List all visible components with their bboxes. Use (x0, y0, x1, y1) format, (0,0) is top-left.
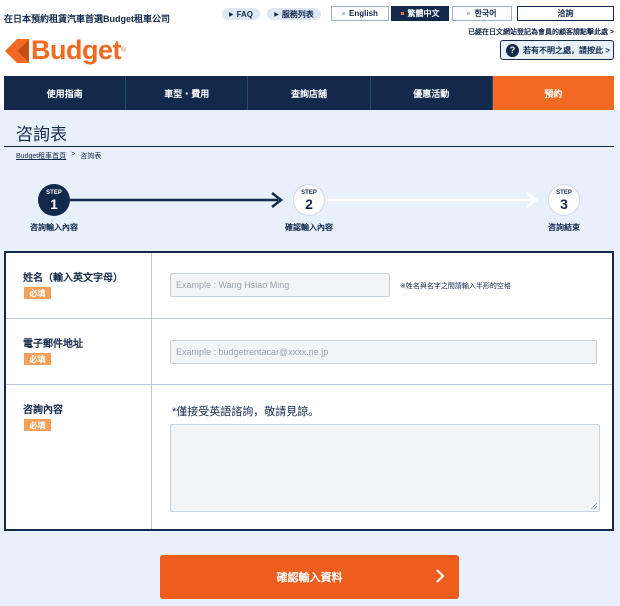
budget-logo-mark-icon (5, 38, 29, 63)
nav-reservation[interactable]: 預約 (492, 76, 615, 110)
form-row-name-label-cell: 姓名（輸入英文字母） 必填 (6, 253, 152, 318)
step-1-number: 1 (50, 195, 58, 212)
faq-label: FAQ (236, 9, 254, 19)
confirm-submit-label: 確認輸入資料 (276, 572, 343, 584)
registered-mark: ® (120, 47, 127, 54)
name-hint: ※姓名與名字之間請輸入半形的空格 (400, 283, 511, 290)
step-2-label: STEP (301, 189, 317, 196)
required-badge: 必填 (24, 419, 51, 431)
step-3-name: 咨詢結束 (548, 223, 580, 232)
faq-link[interactable]: ▶ FAQ (222, 8, 260, 20)
triangle-right-icon: ▶ (228, 11, 234, 18)
nav-find-store[interactable]: 查詢店舖 (248, 76, 371, 110)
site-tagline: 在日本預約租賃汽車首選Budget租車公司 (4, 14, 170, 24)
confirm-submit-button[interactable]: 確認輸入資料 (160, 555, 459, 599)
lang-english-label: English (349, 9, 378, 18)
nav-promotions[interactable]: 優惠活動 (371, 76, 493, 110)
bullet-icon (400, 12, 404, 15)
breadcrumb-home-link[interactable]: Budget租車首頁 (16, 151, 66, 161)
step-1-label: STEP (46, 189, 62, 196)
form-row-email: 電子郵件地址 必填 (6, 319, 612, 385)
name-input[interactable] (170, 273, 390, 297)
lang-traditional-chinese[interactable]: 繁體中文 (391, 6, 449, 21)
inquiry-button[interactable]: 洽詢 (517, 6, 614, 21)
inquiry-form: 姓名（輸入英文字母） 必填 ※姓名與名字之間請輸入半形的空格 電子郵件地址 必填… (4, 251, 614, 531)
main-nav: 使用指南 車型・費用 查詢店舖 優惠活動 預約 (4, 76, 615, 110)
site-header: 在日本預約租賃汽車首選Budget租車公司 ▶ FAQ ▶ 服務列表 Engli… (0, 0, 620, 76)
nav-car-models-fees[interactable]: 車型・費用 (126, 76, 249, 110)
step-2: STEP 2 (293, 184, 325, 216)
bullet-icon (467, 12, 471, 15)
help-button[interactable]: ? 若有不明之處，請按此 > (500, 40, 614, 60)
bullet-icon (342, 12, 346, 15)
service-list-label: 服務列表 (281, 9, 314, 19)
inquiry-textarea[interactable] (170, 424, 600, 512)
help-label: 若有不明之處，請按此 > (523, 45, 610, 55)
required-badge: 必填 (24, 287, 51, 299)
form-row-name: 姓名（輸入英文字母） 必填 ※姓名與名字之間請輸入半形的空格 (6, 253, 612, 319)
email-field-label: 電子郵件地址 (23, 339, 83, 350)
step-2-number: 2 (305, 195, 313, 212)
step-1: STEP 1 (38, 184, 70, 216)
triangle-right-icon: ▶ (274, 11, 279, 18)
breadcrumb: Budget租車首頁 > 咨詢表 (16, 151, 101, 161)
chevron-right-icon (436, 569, 445, 583)
step-1-name: 咨詢輸入內容 (30, 223, 78, 232)
title-divider (4, 146, 614, 147)
progress-stepper: STEP 1 咨詢輸入內容 STEP 2 確認輸入內容 STEP 3 咨詢結束 (0, 180, 620, 240)
service-list-link[interactable]: ▶ 服務列表 (267, 8, 321, 20)
resize-grip-icon[interactable] (590, 502, 597, 509)
main-content: 咨詢表 Budget租車首頁 > 咨詢表 STEP 1 咨詢輸入內容 STEP … (0, 110, 620, 606)
lang-korean[interactable]: 한국어 (452, 6, 512, 21)
step-3-number: 3 (560, 195, 568, 212)
step-3: STEP 3 (548, 184, 580, 216)
lang-english[interactable]: English (331, 6, 389, 21)
required-badge: 必填 (24, 353, 51, 365)
step-2-name: 確認輸入內容 (285, 223, 333, 232)
nav-usage-guide[interactable]: 使用指南 (4, 76, 127, 110)
page-title: 咨詢表 (16, 125, 67, 144)
form-row-inquiry-label-cell: 咨詢內容 必填 (6, 385, 152, 529)
breadcrumb-separator: > (71, 151, 76, 158)
email-input[interactable] (170, 340, 597, 364)
name-field-label: 姓名（輸入英文字母） (23, 273, 123, 284)
question-icon: ? (506, 43, 519, 57)
form-row-inquiry: 咨詢內容 必填 *僅接受英語諮詢，敬請見諒。 (6, 385, 612, 529)
inquiry-field-label: 咨詢內容 (23, 405, 63, 416)
breadcrumb-current: 咨詢表 (80, 153, 102, 160)
form-row-email-label-cell: 電子郵件地址 必填 (6, 319, 152, 384)
english-only-note: *僅接受英語諮詢，敬請見諒。 (172, 406, 320, 418)
budget-logo[interactable]: Budget ® (5, 37, 126, 64)
lang-korean-label: 한국어 (474, 9, 497, 18)
logo-wordmark: Budget (31, 35, 121, 65)
step-3-label: STEP (556, 189, 572, 196)
member-login-link[interactable]: 已經在日文網站登記為會員的顧客請點擊此處 > (468, 27, 614, 37)
lang-chinese-label: 繁體中文 (407, 9, 440, 18)
